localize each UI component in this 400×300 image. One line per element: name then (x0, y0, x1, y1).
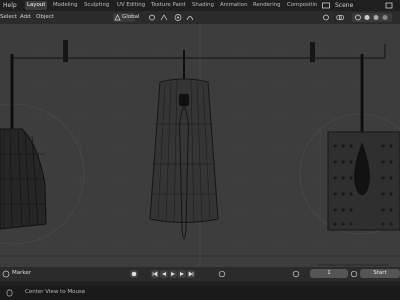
shading-icon (355, 14, 388, 21)
next-keyframe-button[interactable] (178, 270, 186, 278)
start-frame-field[interactable]: Start (360, 269, 400, 278)
timeline-view-icon[interactable] (2, 270, 10, 278)
orientation-label: Global (122, 14, 140, 20)
tab-shading[interactable]: Shading (190, 1, 216, 10)
shading-buttons[interactable] (352, 13, 392, 22)
proportional-icon[interactable] (174, 14, 183, 21)
mouse-icon (6, 289, 13, 297)
tab-animation[interactable]: Animation (218, 1, 249, 10)
menu-select[interactable]: Select (0, 14, 17, 20)
viewport-header: Select Add Object Global (0, 11, 400, 24)
record-icon (131, 271, 137, 277)
play-icon (171, 272, 175, 276)
transform-orientation-dropdown[interactable]: Global (113, 13, 140, 22)
jump-end-icon (188, 271, 194, 277)
rewind-icon (180, 272, 184, 276)
tab-uv-editing[interactable]: UV Editing (115, 1, 147, 10)
jump-start-icon (152, 271, 158, 277)
scene-selector[interactable]: Scene (335, 2, 353, 9)
play-button[interactable] (169, 270, 177, 278)
status-bar: Center View to Mouse (0, 286, 400, 300)
3d-viewport[interactable] (0, 24, 400, 267)
keying-icon[interactable] (218, 270, 226, 278)
record-button[interactable] (130, 270, 138, 278)
tab-compositing[interactable]: Compositin (285, 1, 321, 10)
overlay-icon[interactable] (336, 14, 345, 21)
ceiling-mount-left (63, 40, 68, 62)
menu-help[interactable]: Help (3, 2, 17, 9)
status-hint: Center View to Mouse (25, 289, 86, 295)
preview-range-icon[interactable] (350, 270, 358, 278)
menu-marker[interactable]: Marker (12, 270, 31, 276)
current-frame-field[interactable]: 1 (310, 269, 348, 278)
prev-keyframe-button[interactable] (160, 270, 168, 278)
pivot-icon[interactable] (148, 14, 157, 21)
bulb-socket-center (179, 94, 189, 106)
tab-texture-paint[interactable]: Texture Paint (149, 1, 188, 10)
timeline-header: Marker 1 Start (0, 267, 400, 281)
gizmo-icon[interactable] (322, 14, 331, 21)
menu-add[interactable]: Add (20, 14, 31, 20)
tab-sculpting[interactable]: Sculpting (82, 1, 111, 10)
auto-key-icon[interactable] (292, 270, 300, 278)
jump-end-button[interactable] (187, 270, 195, 278)
jump-start-button[interactable] (151, 270, 159, 278)
viewport-canvas (0, 24, 400, 267)
ceiling-mount-right (310, 42, 315, 62)
top-bar: Help Layout Modeling Sculpting UV Editin… (0, 0, 400, 11)
scene-icon (322, 2, 330, 9)
orientation-icon (114, 14, 121, 21)
new-scene-icon[interactable] (385, 2, 393, 9)
keyframe-icon (162, 272, 166, 276)
menu-object[interactable]: Object (36, 14, 54, 20)
tab-rendering[interactable]: Rendering (251, 1, 283, 10)
snap-icon[interactable] (160, 14, 169, 21)
tab-layout[interactable]: Layout (25, 1, 48, 10)
falloff-icon[interactable] (186, 14, 195, 21)
tab-modeling[interactable]: Modeling (51, 1, 80, 10)
